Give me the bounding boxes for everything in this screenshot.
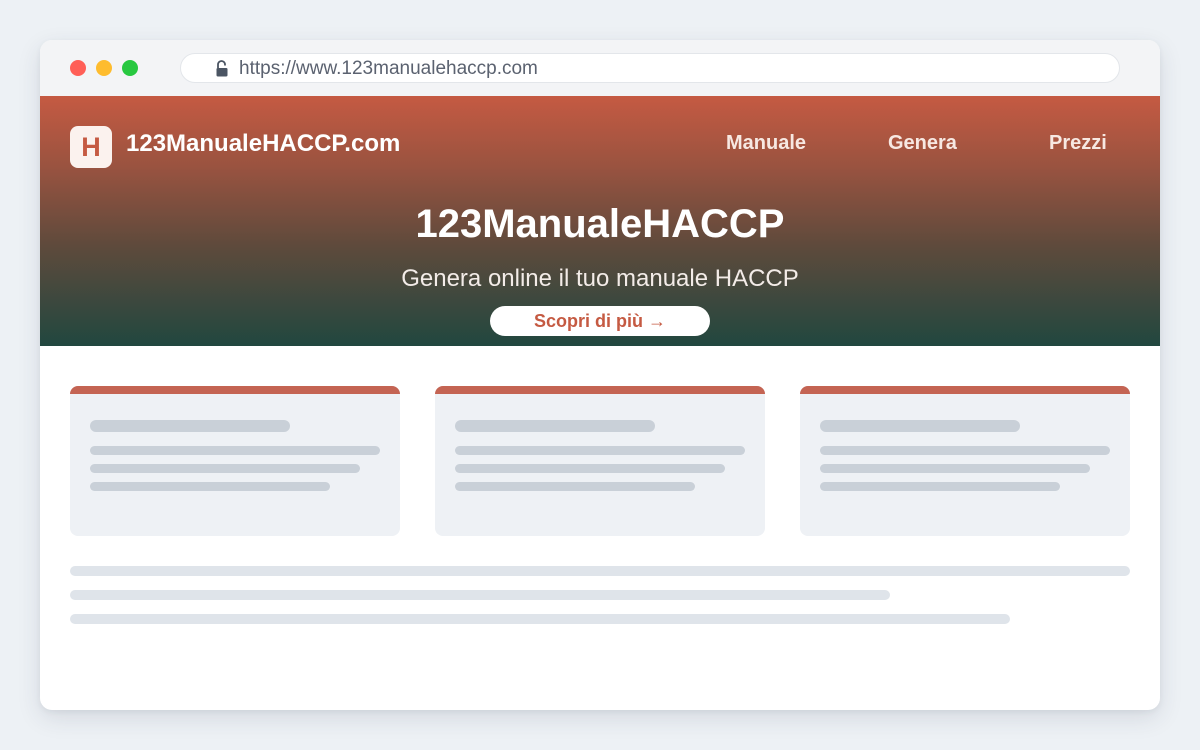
card-accent-bar (435, 386, 765, 394)
browser-titlebar: https://www.123manualehaccp.com (40, 40, 1160, 96)
feature-card (800, 386, 1130, 536)
card-text-placeholder (820, 464, 1090, 473)
card-text-placeholder (455, 482, 695, 491)
address-bar[interactable]: https://www.123manualehaccp.com (180, 53, 1120, 83)
close-window-button[interactable] (70, 60, 86, 76)
paragraph-placeholder (70, 590, 890, 600)
site-brand[interactable]: 123ManualeHACCP.com (126, 129, 400, 159)
nav-link-manuale[interactable]: Manuale (726, 130, 806, 156)
feature-card (70, 386, 400, 536)
url-text[interactable]: https://www.123manualehaccp.com (239, 59, 538, 79)
minimize-window-button[interactable] (96, 60, 112, 76)
paragraph-placeholder (70, 614, 1010, 624)
card-title-placeholder (820, 420, 1020, 432)
card-accent-bar (70, 386, 400, 394)
card-text-placeholder (90, 464, 360, 473)
site-header: H 123ManualeHACCP.com Manuale Genera Pre… (40, 96, 1160, 346)
card-text-placeholder (820, 482, 1060, 491)
paragraph-placeholder (70, 566, 1130, 576)
card-text-placeholder (455, 446, 745, 455)
discover-more-button[interactable]: Scopri di più → (490, 306, 710, 336)
lock-icon (213, 59, 231, 79)
nav-link-prezzi[interactable]: Prezzi (1049, 130, 1107, 156)
hero-title: 123ManualeHACCP (415, 202, 785, 246)
hero-subtitle: Genera online il tuo manuale HACCP (401, 265, 799, 292)
card-title-placeholder (455, 420, 655, 432)
site-logo[interactable]: H (70, 126, 112, 168)
card-text-placeholder (90, 446, 380, 455)
card-accent-bar (800, 386, 1130, 394)
card-title-placeholder (90, 420, 290, 432)
nav-link-genera[interactable]: Genera (888, 130, 957, 156)
maximize-window-button[interactable] (122, 60, 138, 76)
browser-window: https://www.123manualehaccp.com H 123Man… (40, 40, 1160, 710)
feature-card (435, 386, 765, 536)
card-text-placeholder (455, 464, 725, 473)
card-text-placeholder (90, 482, 330, 491)
card-text-placeholder (820, 446, 1110, 455)
